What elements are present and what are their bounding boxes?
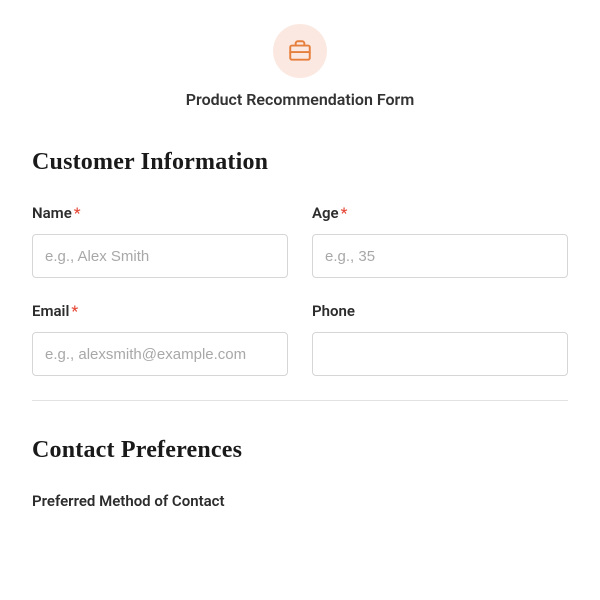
form-title: Product Recommendation Form bbox=[32, 90, 568, 109]
email-input[interactable] bbox=[32, 332, 288, 376]
form-icon-container bbox=[32, 24, 568, 78]
section-heading-contact-prefs: Contact Preferences bbox=[32, 437, 568, 464]
briefcase-icon bbox=[273, 24, 327, 78]
preferred-contact-label: Preferred Method of Contact bbox=[32, 492, 568, 510]
section-heading-customer-info: Customer Information bbox=[32, 149, 568, 176]
name-input[interactable] bbox=[32, 234, 288, 278]
email-label-text: Email bbox=[32, 302, 69, 320]
name-label-text: Name bbox=[32, 204, 72, 222]
name-label: Name* bbox=[32, 204, 288, 222]
required-mark: * bbox=[74, 204, 81, 222]
divider bbox=[32, 400, 568, 401]
phone-label: Phone bbox=[312, 302, 568, 320]
email-label: Email* bbox=[32, 302, 288, 320]
age-input[interactable] bbox=[312, 234, 568, 278]
age-label-text: Age bbox=[312, 204, 339, 222]
required-mark: * bbox=[71, 302, 78, 320]
age-label: Age* bbox=[312, 204, 568, 222]
phone-input[interactable] bbox=[312, 332, 568, 376]
required-mark: * bbox=[341, 204, 348, 222]
phone-label-text: Phone bbox=[312, 302, 355, 320]
